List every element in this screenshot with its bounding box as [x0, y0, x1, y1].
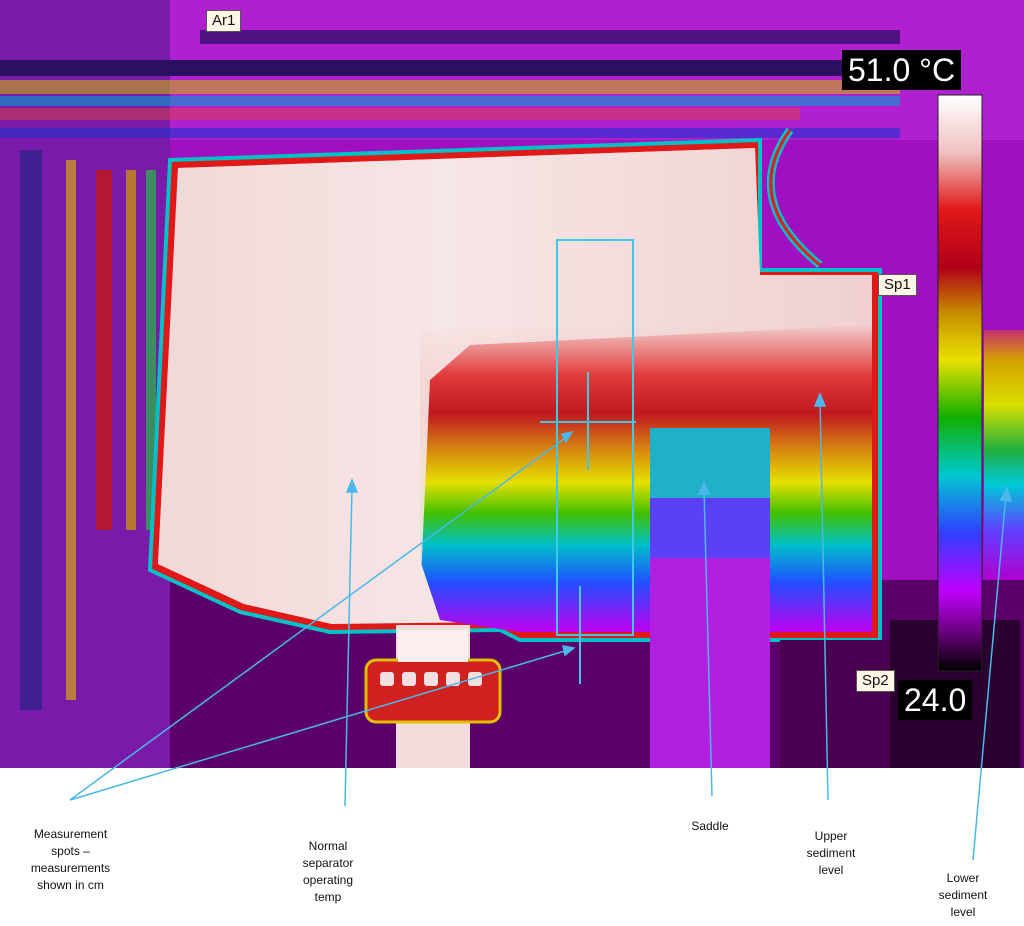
leader-saddle	[703, 487, 713, 797]
leader-measurement-spot-lower	[69, 649, 569, 801]
leader-arrowhead	[560, 430, 574, 444]
annotation-saddle: Saddle	[691, 819, 729, 833]
leader-arrowhead	[562, 645, 576, 657]
annotation-measurement-spots: Measurement spots – measurements shown i…	[30, 827, 111, 892]
leader-lower-sediment	[972, 494, 1007, 861]
leader-normal-temp	[344, 485, 353, 807]
leader-upper-sediment	[819, 399, 829, 801]
annotation-upper-sediment: Upper sediment level	[806, 829, 856, 877]
annotation-lower-sediment: Lower sediment level	[938, 871, 988, 919]
annotation-leaders	[69, 392, 1013, 861]
leader-measurement-spot-upper	[69, 435, 569, 801]
leader-arrowhead	[813, 392, 827, 407]
leader-arrowhead	[345, 478, 359, 493]
leader-arrowhead	[697, 480, 711, 495]
annotation-normal-temp: Normal separator operating temp	[302, 839, 354, 904]
leader-arrowhead	[999, 485, 1013, 502]
